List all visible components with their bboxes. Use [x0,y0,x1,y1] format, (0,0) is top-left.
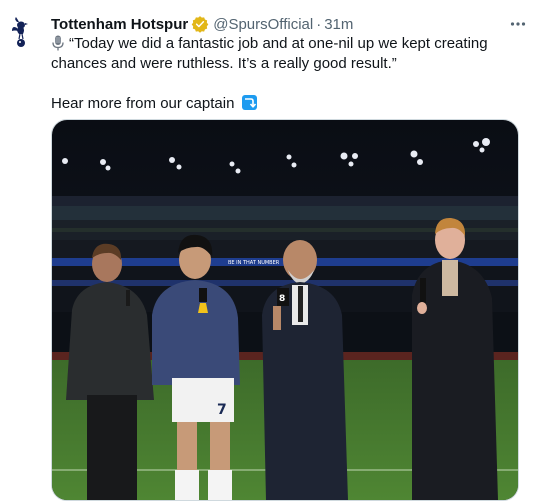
separator-dot: · [316,15,322,33]
profile-avatar[interactable] [0,11,40,51]
author-handle[interactable]: @SpursOfficial [213,16,313,33]
captain-cta-text: Hear more from our captain [51,95,235,112]
shirt-number: 7 [217,402,227,418]
quote-line-2: chances and were ruthless. It’s a really… [51,55,397,72]
more-options-button[interactable] [508,14,528,34]
tweet-card[interactable]: Tottenham Hotspur @SpursOfficial · 31m “… [0,0,540,501]
quote-line-1: “Today we did a fantastic job and at one… [69,35,488,52]
timestamp[interactable]: 31m [324,16,353,33]
stadium-interview-image: BE IN THAT NUMBER 7 8 [52,120,518,500]
tottenham-cockerel-logo-icon [12,17,28,47]
author-name[interactable]: Tottenham Hotspur [51,16,188,33]
arrow-right-curving-down-icon [241,95,257,110]
microphone-icon [52,35,64,51]
verified-badge-icon[interactable] [191,15,209,33]
board-text: BE IN THAT NUMBER [228,260,280,266]
tweet-text: “Today we did a fantastic job and at one… [51,34,521,114]
mic-flag-number: 8 [279,294,285,304]
more-horizontal-icon [510,22,526,26]
video-thumbnail[interactable]: BE IN THAT NUMBER 7 8 [51,119,519,501]
